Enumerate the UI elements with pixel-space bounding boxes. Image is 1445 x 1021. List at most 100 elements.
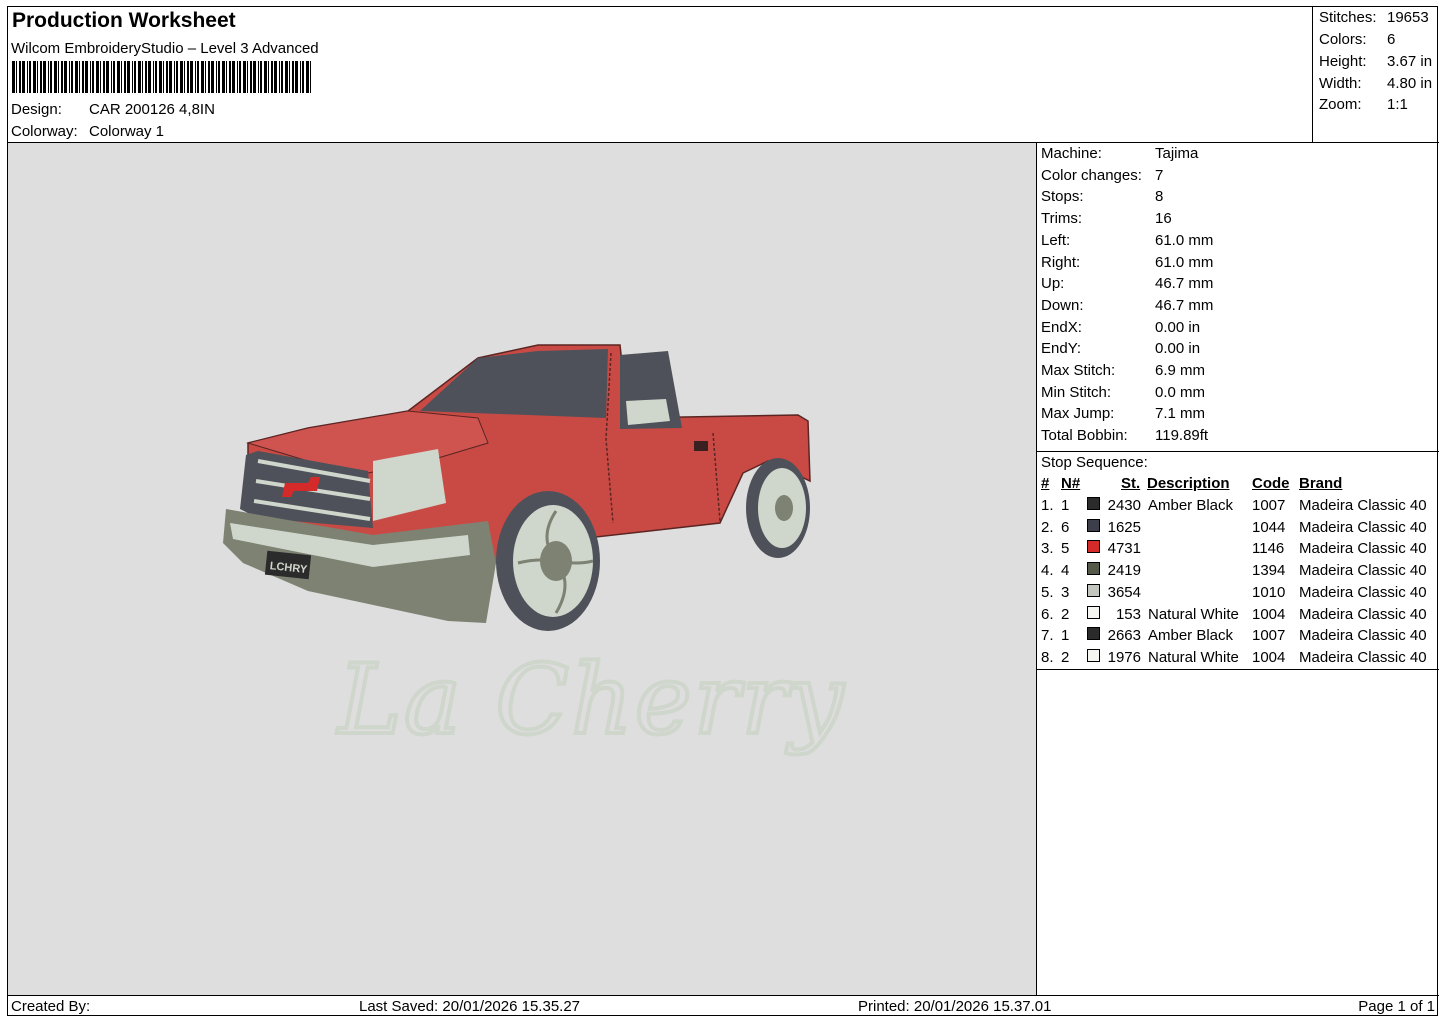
machine-info-row: Stops: 8 (1041, 188, 1163, 205)
machine-info-label: Down: (1041, 296, 1084, 314)
barcode-bar (226, 61, 227, 93)
machine-info-row: EndX: 0.00 in (1041, 319, 1200, 336)
side-mirror (626, 399, 670, 425)
barcode-bar (216, 61, 217, 93)
barcode-bar (61, 61, 63, 93)
machine-info-label: Trims: (1041, 210, 1083, 228)
stop-brand: Madeira Classic 40 (1299, 497, 1427, 514)
stop-needle: 2 (1061, 605, 1070, 623)
barcode-bar (12, 61, 15, 93)
machine-info-row: Color changes: 7 (1041, 167, 1163, 184)
machine-info-row: Right: 61.0 mm (1041, 254, 1213, 271)
barcode-bar (54, 61, 57, 93)
col-num: # (1041, 475, 1050, 492)
thread-swatch-icon (1087, 540, 1100, 554)
stop-row: 3. 5 4731 1146 Madeira Classic 40 (1037, 540, 1439, 562)
barcode-bar (268, 61, 269, 93)
barcode-bar (117, 61, 120, 93)
barcode-bar (113, 61, 115, 93)
machine-info-value: 6.9 mm (1155, 362, 1206, 379)
barcode-bar (155, 61, 157, 93)
col-code: Code (1252, 475, 1290, 492)
machine-info-label: Left: (1041, 231, 1071, 249)
machine-info-row: Down: 46.7 mm (1041, 297, 1213, 314)
stop-num: 7. (1041, 627, 1054, 645)
machine-info-value: 0.00 in (1155, 318, 1201, 336)
barcode-bar (138, 61, 141, 93)
barcode-bar (279, 61, 280, 93)
machine-info-value: 16 (1155, 210, 1172, 228)
thread-swatch-icon (1087, 648, 1100, 662)
barcode-bar (289, 61, 290, 93)
printed-date: Printed: 20/01/2026 15.37.01 (858, 998, 1052, 1015)
barcode-bar (271, 61, 273, 93)
barcode-bar (239, 61, 241, 93)
machine-info-row: Max Jump: 7.1 mm (1041, 405, 1205, 422)
rear-wheel (746, 458, 810, 558)
stop-needle: 1 (1061, 627, 1070, 645)
stop-description: Amber Black (1148, 627, 1234, 645)
stop-brand: Madeira Classic 40 (1299, 562, 1427, 580)
colorway-name: Colorway 1 (89, 123, 165, 140)
stop-brand: Madeira Classic 40 (1299, 627, 1427, 645)
barcode-bar (285, 61, 288, 93)
barcode-bar (218, 61, 220, 93)
barcode-bar (159, 61, 162, 93)
stop-description: Natural White (1148, 648, 1239, 666)
stop-row: 8. 2 1976 Natural White 1004 Madeira Classic … (1037, 648, 1439, 671)
barcode-bar (295, 61, 298, 93)
barcode-bar (145, 61, 147, 93)
barcode-bar (64, 61, 67, 93)
stop-num: 5. (1041, 583, 1054, 601)
barcode-bar (142, 61, 143, 93)
thread-swatch-icon (1087, 518, 1100, 532)
barcode-bar (237, 61, 238, 93)
barcode-bar (134, 61, 136, 93)
stop-code: 1007 (1252, 497, 1286, 514)
summary-colors: Colors: 6 (1319, 31, 1396, 48)
stop-code: 1394 (1252, 562, 1286, 580)
barcode-bar (180, 61, 183, 93)
thread-swatch-icon (1087, 562, 1100, 576)
thread-swatch-icon (1087, 605, 1100, 619)
stop-brand: Madeira Classic 40 (1299, 518, 1427, 536)
barcode-bar (40, 61, 42, 93)
stop-code: 1007 (1252, 627, 1286, 645)
production-worksheet: Production Worksheet Wilcom EmbroiderySt… (7, 6, 1439, 1016)
barcode-bar (302, 61, 304, 93)
stop-row: 1. 1 2430 Amber Black 1007 Madeira Classic 40 (1037, 497, 1439, 519)
machine-info-label: Color changes: (1041, 166, 1142, 184)
barcode-bar (310, 61, 311, 93)
barcode-bar (190, 61, 193, 93)
barcode-bar (176, 61, 178, 93)
barcode-bar (148, 61, 151, 93)
barcode-bar (153, 61, 154, 93)
barcode-bar (258, 61, 259, 93)
machine-info-row: Max Stitch: 6.9 mm (1041, 362, 1205, 379)
barcode-bar (71, 61, 73, 93)
barcode-bar (163, 61, 164, 93)
worksheet-header: Production Worksheet Wilcom EmbroiderySt… (8, 7, 1313, 143)
barcode-bar (250, 61, 252, 93)
stop-code: 1010 (1252, 583, 1286, 601)
stop-row: 6. 2 153 Natural White 1004 Madeira Classic 4… (1037, 605, 1439, 628)
summary-width: Width: 4.80 in (1319, 75, 1433, 92)
machine-info-label: Right: (1041, 253, 1081, 271)
stop-num: 6. (1041, 605, 1054, 623)
barcode-bar (124, 61, 126, 93)
machine-info-value: 119.89ft (1155, 427, 1209, 445)
barcode-bar (201, 61, 204, 93)
machine-info-row: Trims: 16 (1041, 210, 1172, 227)
stop-needle: 4 (1061, 562, 1070, 580)
barcode-bar (300, 61, 301, 93)
machine-info-value: 7 (1155, 166, 1164, 184)
machine-info-label: Machine: (1041, 145, 1102, 162)
worksheet-title: Production Worksheet (12, 9, 236, 32)
barcode-bar (50, 61, 52, 93)
front-wheel (496, 491, 600, 631)
barcode-bar (121, 61, 122, 93)
barcode-bar (274, 61, 277, 93)
embroidery-design: LCHRY La Cherry (223, 344, 846, 758)
barcode-bar (85, 61, 88, 93)
machine-panel: Machine: Tajima Color changes: 7 Stops: 8 Trim… (1037, 143, 1439, 995)
